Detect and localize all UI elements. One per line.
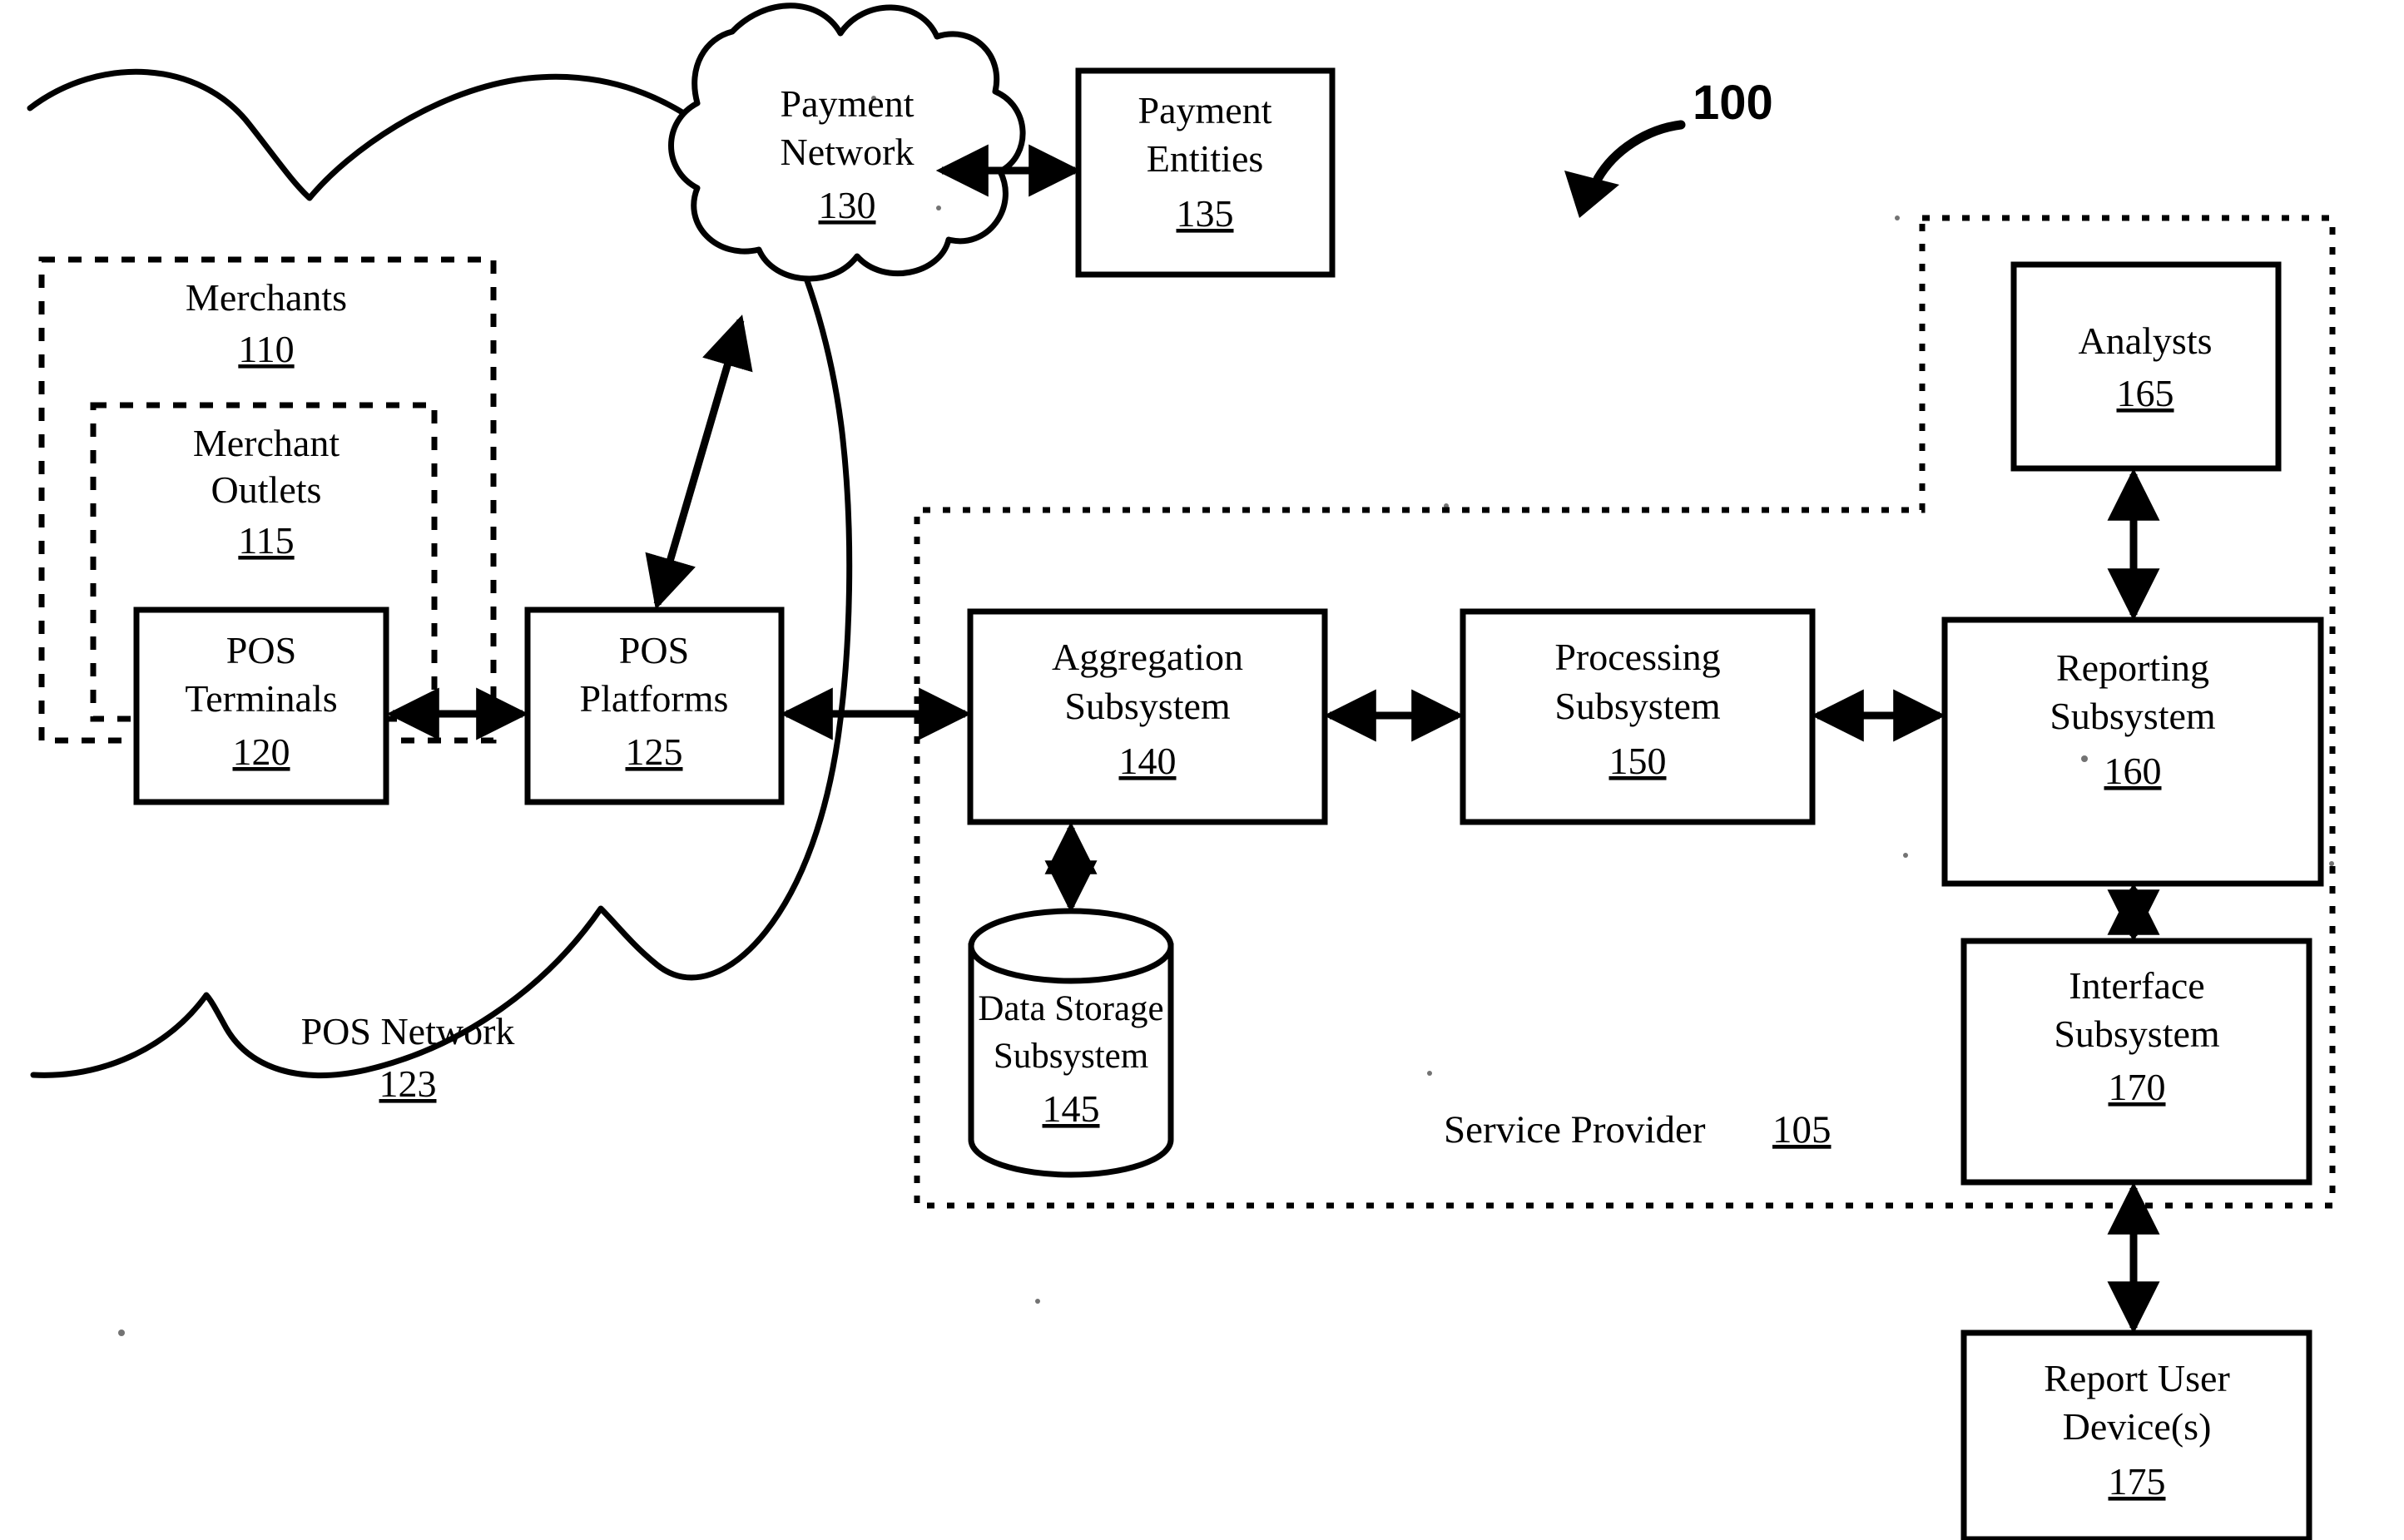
node-reporting-subsystem[interactable]: Reporting Subsystem 160 <box>1941 616 2324 887</box>
interface-ref: 170 <box>2109 1066 2166 1108</box>
data-storage-line2: Subsystem <box>994 1037 1148 1076</box>
pos-platforms-line2: Platforms <box>580 677 729 720</box>
aggregation-line1: Aggregation <box>1052 636 1243 678</box>
svg-text:Merchant: Merchant <box>193 422 340 464</box>
data-storage-ref: 145 <box>1043 1087 1100 1130</box>
analysts-line1: Analysts <box>2079 319 2213 362</box>
figure-reference-100: 100 <box>1564 76 1773 218</box>
node-pos-platforms[interactable]: POS Platforms 125 <box>524 607 785 805</box>
payment-entities-line1: Payment <box>1138 89 1272 131</box>
report-user-line1: Report User <box>2044 1357 2230 1399</box>
connector-platforms-payment-network <box>645 314 753 610</box>
pos-platforms-ref: 125 <box>626 730 683 773</box>
node-processing-subsystem[interactable]: Processing Subsystem 150 <box>1460 608 1816 825</box>
pos-platforms-line1: POS <box>619 629 689 671</box>
reporting-line2: Subsystem <box>2050 695 2216 737</box>
payment-network-line1: Payment <box>781 82 915 125</box>
figure-canvas: POS Network 123 Merchants 110 Merchant O… <box>0 0 2404 1540</box>
pos-terminals-ref: 120 <box>233 730 290 773</box>
node-report-user-devices[interactable]: Report User Device(s) 175 <box>1960 1330 2312 1540</box>
svg-text:110: 110 <box>238 328 294 370</box>
group-merchants-label: Merchants 110 <box>186 276 347 370</box>
payment-entities-line2: Entities <box>1147 137 1264 180</box>
interface-line2: Subsystem <box>2054 1013 2220 1055</box>
node-interface-subsystem[interactable]: Interface Subsystem 170 <box>1960 938 2312 1186</box>
payment-entities-ref: 135 <box>1177 192 1234 235</box>
svg-text:105: 105 <box>1772 1108 1832 1151</box>
svg-text:115: 115 <box>238 519 294 562</box>
reporting-ref: 160 <box>2104 750 2162 792</box>
interface-line1: Interface <box>2069 964 2204 1007</box>
group-merchant-outlets-label: Merchant Outlets 115 <box>193 422 340 562</box>
payment-network-line2: Network <box>781 131 915 173</box>
processing-ref: 150 <box>1609 740 1667 782</box>
reporting-line1: Reporting <box>2056 646 2209 689</box>
aggregation-line2: Subsystem <box>1064 685 1231 727</box>
svg-text:POS Network: POS Network <box>301 1010 515 1052</box>
figure-number: 100 <box>1693 76 1773 130</box>
data-storage-line1: Data Storage <box>978 989 1163 1028</box>
pos-terminals-line1: POS <box>226 629 296 671</box>
svg-text:Outlets: Outlets <box>211 468 322 511</box>
node-aggregation-subsystem[interactable]: Aggregation Subsystem 140 <box>967 608 1328 825</box>
payment-network-ref: 130 <box>819 184 876 226</box>
node-analysts[interactable]: Analysts 165 <box>2010 261 2282 472</box>
system-block-diagram: POS Network 123 Merchants 110 Merchant O… <box>27 2 2336 1540</box>
node-payment-network[interactable]: Payment Network 130 <box>668 2 1026 282</box>
analysts-ref: 165 <box>2117 372 2174 414</box>
node-pos-terminals[interactable]: POS Terminals 120 <box>133 607 389 805</box>
group-service-provider-label: Service Provider 105 <box>1444 1108 1832 1151</box>
node-payment-entities[interactable]: Payment Entities 135 <box>1075 67 1336 278</box>
report-user-line2: Device(s) <box>2063 1405 2212 1448</box>
svg-text:Service Provider: Service Provider <box>1444 1108 1706 1151</box>
pos-terminals-line2: Terminals <box>185 677 337 720</box>
svg-text:123: 123 <box>379 1062 437 1105</box>
node-data-storage-subsystem[interactable]: Data Storage Subsystem 145 <box>968 908 1174 1178</box>
processing-line2: Subsystem <box>1554 685 1721 727</box>
svg-text:Merchants: Merchants <box>186 276 347 319</box>
processing-line1: Processing <box>1554 636 1720 678</box>
aggregation-ref: 140 <box>1119 740 1177 782</box>
report-user-ref: 175 <box>2109 1460 2166 1503</box>
